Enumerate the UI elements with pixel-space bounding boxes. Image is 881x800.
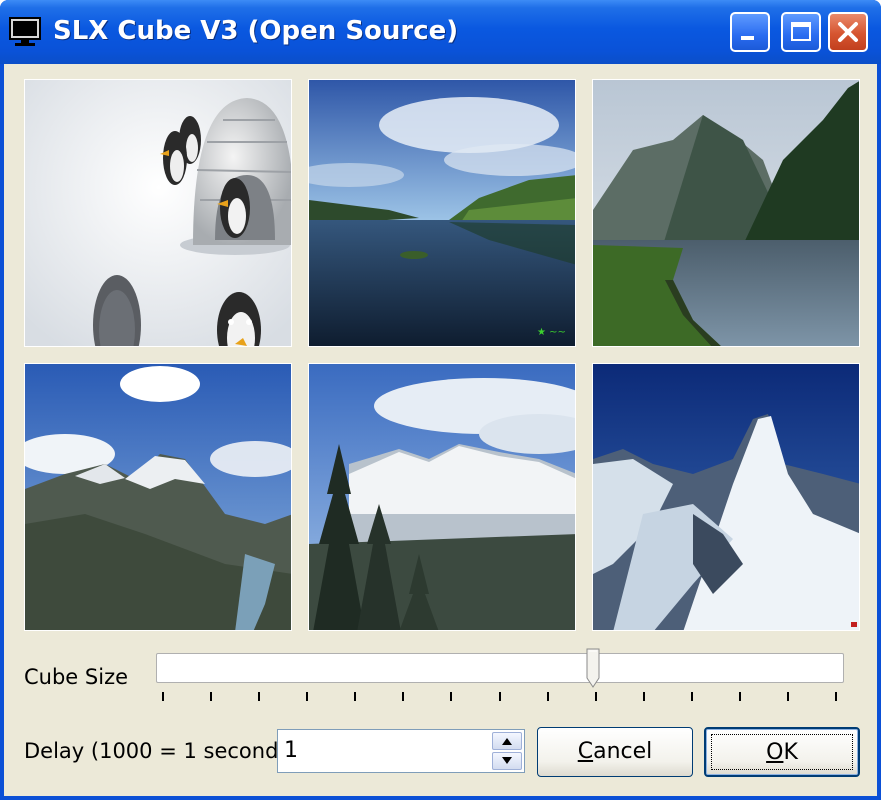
close-icon	[838, 22, 858, 42]
dialog-body: ★ ~~ Cube Size Delay (1000 = 1 second) 1…	[4, 64, 877, 796]
slider-tick	[306, 692, 309, 701]
slider-tick	[162, 692, 164, 701]
cancel-button[interactable]: Cancel	[537, 727, 693, 777]
slider-tick	[210, 692, 213, 701]
maximize-icon	[791, 22, 811, 41]
slider-thumb[interactable]	[586, 648, 600, 688]
slider-tick	[690, 692, 693, 701]
alpine-peaks-image[interactable]	[24, 363, 292, 631]
cancel-label: ancel	[593, 739, 653, 764]
slider-tick	[402, 692, 405, 701]
close-button[interactable]	[828, 12, 868, 52]
cancel-accel: C	[577, 739, 594, 764]
title-bar[interactable]: SLX Cube V3 (Open Source)	[0, 0, 881, 64]
window-title: SLX Cube V3 (Open Source)	[53, 16, 459, 46]
slider-tick	[450, 692, 453, 701]
delay-label: Delay (1000 = 1 second)	[24, 739, 287, 763]
maximize-button[interactable]	[781, 12, 821, 52]
app-window: SLX Cube V3 (Open Source) ★ ~~ Cube Size…	[0, 0, 881, 800]
arrow-up-icon	[502, 738, 512, 745]
slider-tick	[642, 692, 645, 701]
slider-tick	[258, 692, 261, 701]
monitor-icon	[9, 17, 41, 46]
snow-summit-image[interactable]	[592, 363, 860, 631]
penguins-igloo-image[interactable]	[24, 79, 292, 347]
cube-size-slider[interactable]	[156, 653, 844, 683]
ok-button[interactable]: OK	[704, 727, 860, 777]
snowy-forest-image[interactable]	[308, 363, 576, 631]
delay-value[interactable]: 1	[284, 738, 298, 763]
svg-text:★ ~~: ★ ~~	[537, 327, 566, 338]
delay-spinner[interactable]: 1	[277, 729, 525, 773]
minimize-icon	[741, 36, 754, 40]
slider-tick	[546, 692, 549, 701]
focus-ring	[711, 734, 853, 770]
arrow-down-icon	[502, 757, 512, 764]
slider-tick	[835, 692, 837, 701]
slider-tick	[738, 692, 741, 701]
spin-up-button[interactable]	[492, 732, 522, 750]
cube-size-label: Cube Size	[24, 665, 129, 689]
slider-tick	[786, 692, 789, 701]
slider-tick	[498, 692, 501, 701]
lake-reflection-image[interactable]: ★ ~~	[308, 79, 576, 347]
mountain-river-image[interactable]	[592, 79, 860, 347]
slider-tick	[594, 692, 597, 701]
minimize-button[interactable]	[730, 12, 770, 52]
slider-tick	[354, 692, 357, 701]
spinner-buttons	[492, 732, 522, 770]
spin-down-button[interactable]	[492, 752, 522, 770]
